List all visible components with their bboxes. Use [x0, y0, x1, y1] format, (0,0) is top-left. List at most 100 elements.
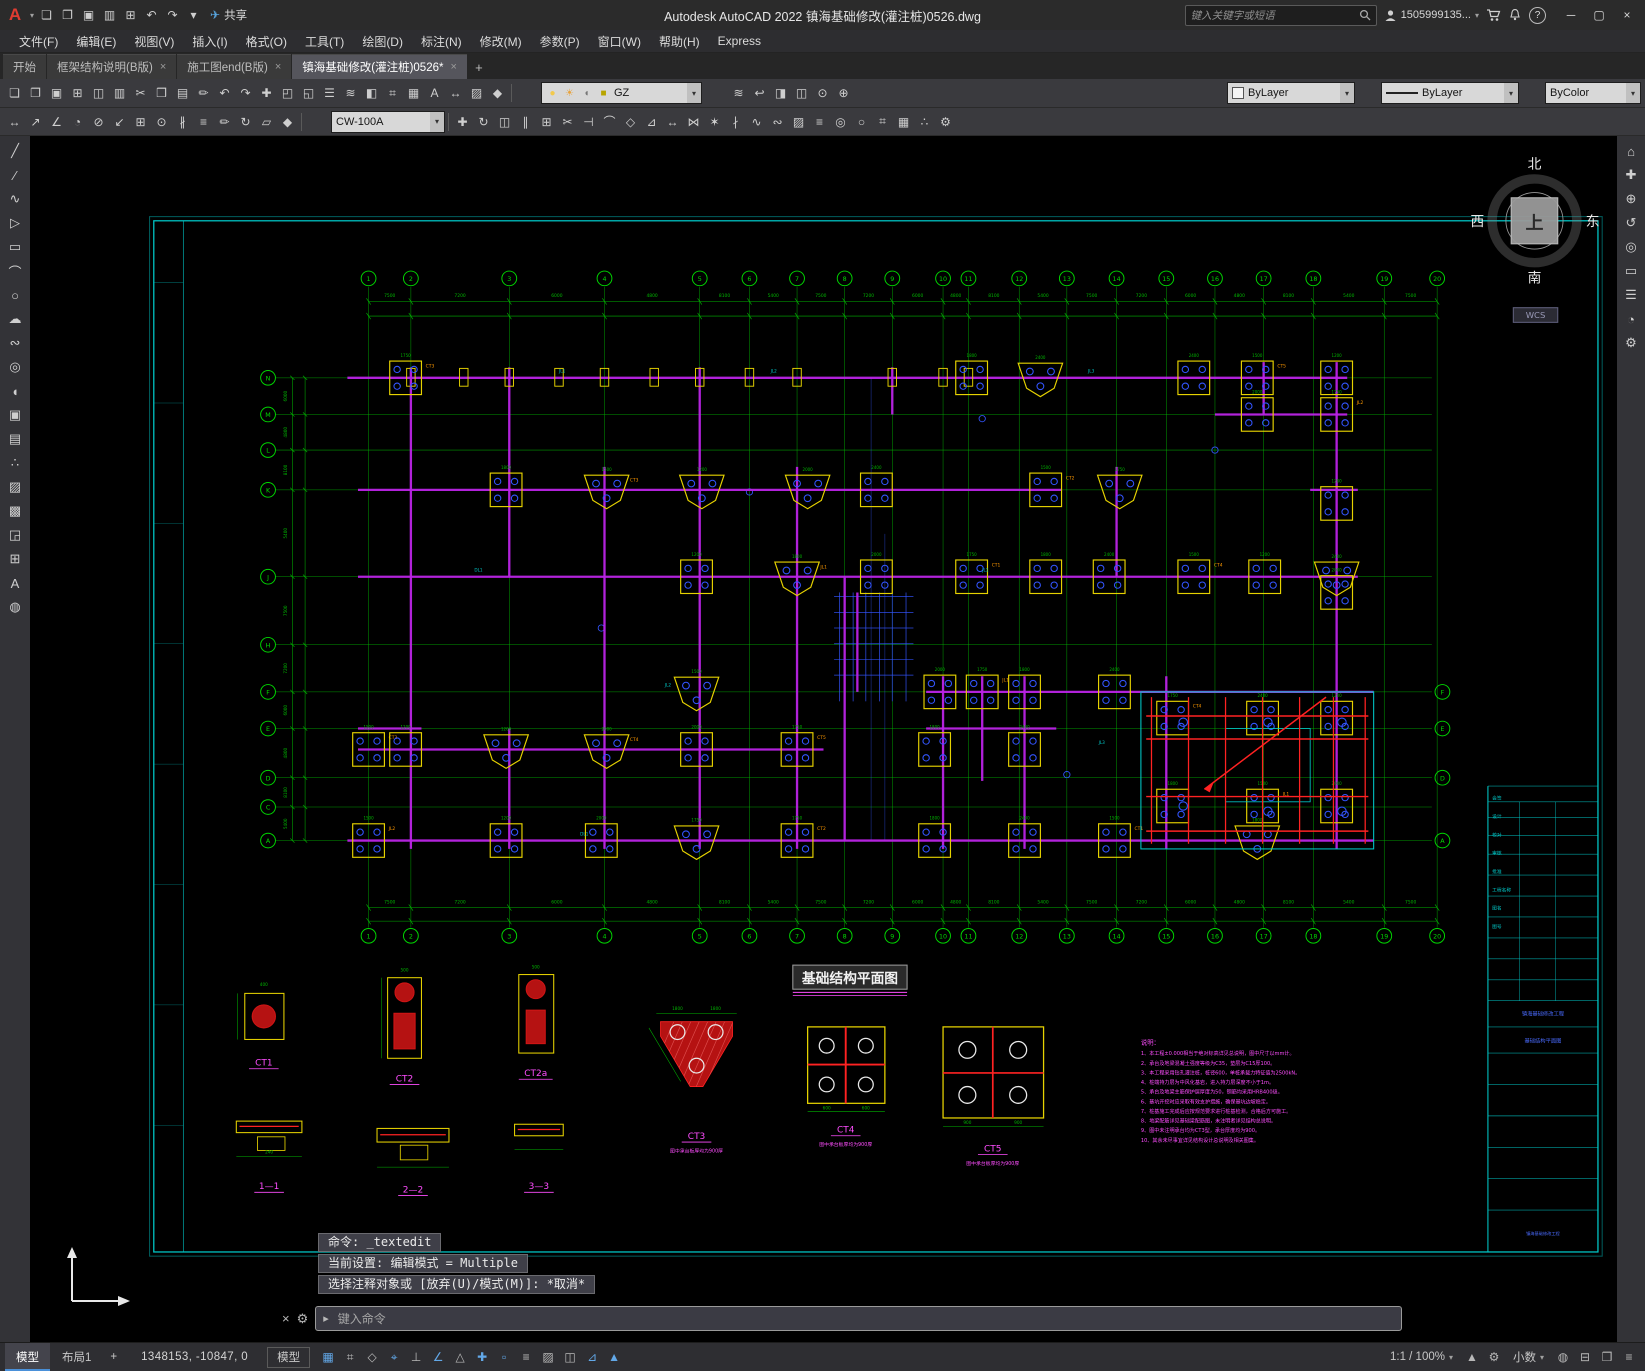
show-motion-icon[interactable]: ▭: [1618, 259, 1644, 283]
copy-icon[interactable]: ❒: [151, 82, 172, 104]
menu-item-10[interactable]: 窗口(W): [589, 30, 650, 52]
ungroup-icon[interactable]: ○: [851, 111, 872, 133]
layer-combo[interactable]: ● ☀ ◖ ■ GZ ▾: [541, 82, 702, 104]
trim-icon[interactable]: ✂: [557, 111, 578, 133]
drawing-canvas[interactable]: 会签 设计 校对 审核 批准 工程名称 图名 图号 镇海基础修改工程 基础结构平面图 镇海基础修改工…: [30, 136, 1617, 1342]
account-menu[interactable]: 1505999135... ▾: [1384, 9, 1479, 22]
doc-tab-2[interactable]: 施工图end(B版) ×: [177, 54, 292, 79]
layer-bulb-icon[interactable]: ●: [546, 88, 559, 99]
pan-icon[interactable]: ✚: [256, 82, 277, 104]
selection-cycling-icon[interactable]: ◫: [559, 1346, 581, 1368]
point-icon[interactable]: ∴: [2, 451, 28, 475]
measure-icon[interactable]: ⌗: [382, 82, 403, 104]
app-menu-caret-icon[interactable]: ▾: [30, 11, 34, 20]
pan-icon[interactable]: ✚: [1618, 163, 1644, 187]
menu-item-11[interactable]: 帮助(H): [650, 30, 709, 52]
layer-unlock-icon[interactable]: ◫: [791, 82, 812, 104]
offset-icon[interactable]: ∥: [515, 111, 536, 133]
polygon-icon[interactable]: ▷: [2, 211, 28, 235]
move-icon[interactable]: ✚: [452, 111, 473, 133]
text-icon[interactable]: A: [424, 82, 445, 104]
mirror-icon[interactable]: ◫: [494, 111, 515, 133]
edit-polyline-icon[interactable]: ∿: [746, 111, 767, 133]
hatch-icon[interactable]: ▨: [466, 82, 487, 104]
object-snap-tracking-icon[interactable]: ✚: [471, 1346, 493, 1368]
isometric-drafting-icon[interactable]: △: [449, 1346, 471, 1368]
quick-dim-icon[interactable]: ▱: [256, 111, 277, 133]
plot-icon[interactable]: ⊞: [67, 82, 88, 104]
line-icon[interactable]: ╱: [2, 139, 28, 163]
zoom-extents-icon[interactable]: ◱: [298, 82, 319, 104]
new-file-icon[interactable]: ❏: [36, 4, 57, 26]
textstyle-combo-caret-icon[interactable]: ▾: [430, 111, 444, 132]
dim-edit-icon[interactable]: ✏: [214, 111, 235, 133]
insert-block-icon[interactable]: ▣: [2, 403, 28, 427]
create-block-icon[interactable]: ▤: [2, 427, 28, 451]
menu-item-8[interactable]: 修改(M): [471, 30, 531, 52]
tab-close-icon[interactable]: ×: [275, 61, 281, 73]
object-snap-icon[interactable]: ▫: [493, 1346, 515, 1368]
plot-icon[interactable]: ⊞: [120, 4, 141, 26]
leader-icon[interactable]: ↙: [109, 111, 130, 133]
color-palette-icon[interactable]: ◍: [2, 595, 28, 619]
model-space-button[interactable]: 模型: [267, 1346, 311, 1368]
annotation-scale-icon[interactable]: ▲: [1461, 1346, 1483, 1368]
center-mark-icon[interactable]: ⊙: [151, 111, 172, 133]
textstyle-combo[interactable]: CW-100A ▾: [331, 110, 445, 133]
new-layout-button[interactable]: +: [103, 1343, 124, 1371]
zoom-icon[interactable]: ⊕: [1618, 187, 1644, 211]
measure-geometry-icon[interactable]: ⌗: [872, 111, 893, 133]
notification-bell-icon[interactable]: [1508, 8, 1522, 22]
help-icon[interactable]: ?: [1529, 6, 1546, 24]
cut-icon[interactable]: ✂: [130, 82, 151, 104]
cart-icon[interactable]: [1486, 8, 1501, 22]
chamfer-icon[interactable]: ◇: [620, 111, 641, 133]
extend-icon[interactable]: ⊣: [578, 111, 599, 133]
dynamic-ucs-icon[interactable]: ⊿: [581, 1346, 603, 1368]
region-icon[interactable]: ◲: [2, 523, 28, 547]
maximize-button[interactable]: ▢: [1585, 1, 1613, 29]
match-properties-icon[interactable]: ✏: [193, 82, 214, 104]
undo-icon[interactable]: ↶: [141, 4, 162, 26]
open-file-icon[interactable]: ❐: [57, 4, 78, 26]
properties-icon[interactable]: ☰: [319, 82, 340, 104]
layer-isolate-icon[interactable]: ◨: [770, 82, 791, 104]
model-tab[interactable]: 模型: [5, 1343, 50, 1371]
dim-diameter-icon[interactable]: ⊘: [88, 111, 109, 133]
fillet-icon[interactable]: ⌒: [599, 111, 620, 133]
ortho-mode-icon[interactable]: ⊥: [405, 1346, 427, 1368]
scale-icon[interactable]: ⊿: [641, 111, 662, 133]
menu-item-4[interactable]: 格式(O): [237, 30, 296, 52]
nav-menu-icon[interactable]: ☰: [1618, 283, 1644, 307]
break-icon[interactable]: ∤: [725, 111, 746, 133]
paste-icon[interactable]: ▤: [172, 82, 193, 104]
lineweight-icon[interactable]: ≡: [515, 1346, 537, 1368]
table-icon[interactable]: ⊞: [2, 547, 28, 571]
circle-icon[interactable]: ○: [2, 283, 28, 307]
linetype-combo-caret-icon[interactable]: ▾: [1504, 83, 1518, 103]
close-button[interactable]: ×: [1613, 1, 1641, 29]
plotstyle-combo-caret-icon[interactable]: ▾: [1626, 83, 1640, 103]
open-icon[interactable]: ❐: [25, 82, 46, 104]
dim-angular-icon[interactable]: ∠: [46, 111, 67, 133]
menu-item-7[interactable]: 标注(N): [412, 30, 471, 52]
steering-wheel-icon[interactable]: ◎: [1618, 235, 1644, 259]
doc-tab-1[interactable]: 框架结构说明(B版) ×: [47, 54, 177, 79]
snap-mode-icon[interactable]: ⌗: [339, 1346, 361, 1368]
layout1-tab[interactable]: 布局1: [51, 1343, 102, 1371]
doc-tab-3[interactable]: 镇海基础修改(灌注桩)0526* ×: [292, 54, 467, 79]
dim-break-icon[interactable]: ∦: [172, 111, 193, 133]
layer-manager-icon[interactable]: ≋: [340, 82, 361, 104]
workspace-dropdown-icon[interactable]: ▾: [183, 4, 204, 26]
menu-item-0[interactable]: 文件(F): [10, 30, 67, 52]
linetype-combo[interactable]: ByLayer ▾: [1381, 82, 1519, 104]
drawing-viewport[interactable]: 会签设计校对审核批准工程名称图名图号镇海基础修改工程基础结构平面图镇海基础修改工…: [30, 136, 1617, 1342]
new-tab-button[interactable]: +: [468, 55, 490, 79]
dim-space-icon[interactable]: ≡: [193, 111, 214, 133]
command-input[interactable]: ▸ 键入命令: [315, 1306, 1402, 1331]
draw-settings-icon[interactable]: ⚙: [935, 111, 956, 133]
object-isolate-icon[interactable]: ◍: [1552, 1346, 1574, 1368]
arc-icon[interactable]: ⌒: [2, 259, 28, 283]
erase-icon[interactable]: ◆: [487, 82, 508, 104]
dimension-icon[interactable]: ↔: [445, 82, 466, 104]
